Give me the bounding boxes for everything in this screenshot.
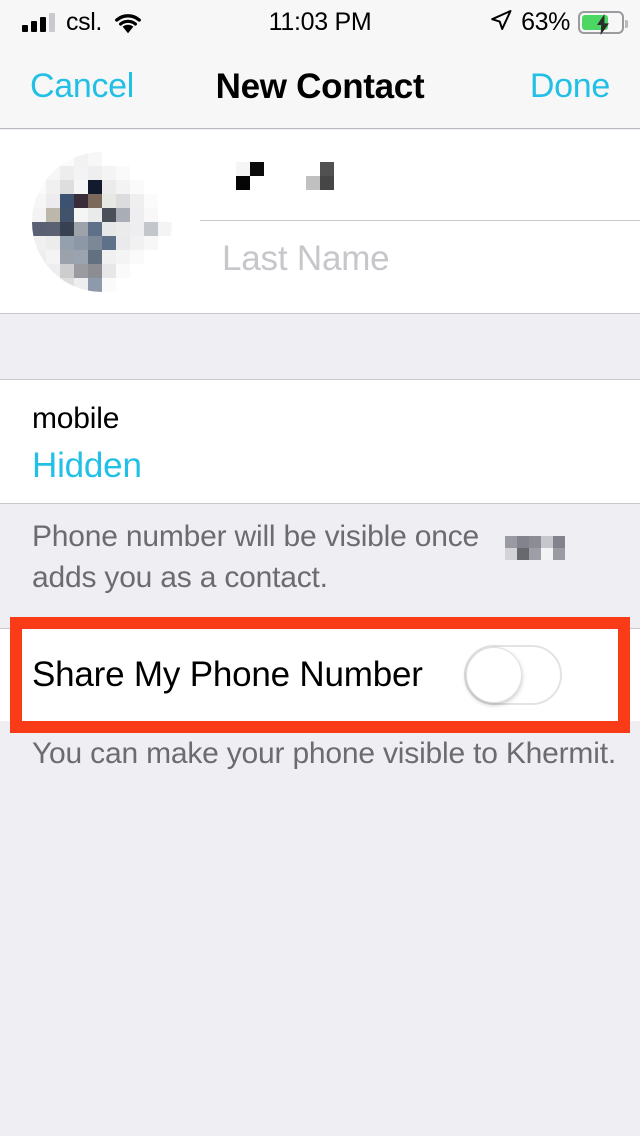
last-name-placeholder: Last Name [222,239,390,278]
status-bar: csl. 11:03 PM 63% [0,0,640,45]
battery-charging-icon [578,11,628,35]
done-button[interactable]: Done [530,67,610,106]
phone-visibility-note-text: Phone number will be visible once adds y… [32,519,612,595]
share-phone-number-note: You can make your phone visible to Kherm… [0,733,640,793]
name-section: Last Name [0,130,640,313]
avatar-pixelated-image [32,152,172,292]
share-phone-number-note-text: You can make your phone visible to Kherm… [32,737,616,770]
location-arrow-icon [489,8,513,37]
section-gap [0,313,640,380]
status-bar-right: 63% [489,8,628,37]
contact-avatar[interactable] [32,152,172,292]
note-text-before: Phone number will be visible once [32,520,479,553]
navigation-bar: Cancel New Contact Done [0,45,640,129]
first-name-redacted-value [222,162,362,190]
name-fields: Last Name [200,144,640,304]
page-background [0,793,640,1136]
phone-number-value[interactable]: Hidden [32,446,142,486]
note-redacted-name [493,536,565,560]
last-name-field[interactable]: Last Name [200,221,640,297]
note-text-after: adds you as a contact. [32,561,328,594]
iphone-screen: csl. 11:03 PM 63% Cancel New Contact Don… [0,0,640,1136]
battery-percent-label: 63% [521,8,570,36]
first-name-field[interactable] [200,144,640,221]
annotation-highlight-box [10,617,630,733]
phone-type-label[interactable]: mobile [32,402,119,436]
phone-row[interactable]: mobile Hidden [0,380,640,504]
phone-visibility-note: Phone number will be visible once adds y… [0,505,640,617]
